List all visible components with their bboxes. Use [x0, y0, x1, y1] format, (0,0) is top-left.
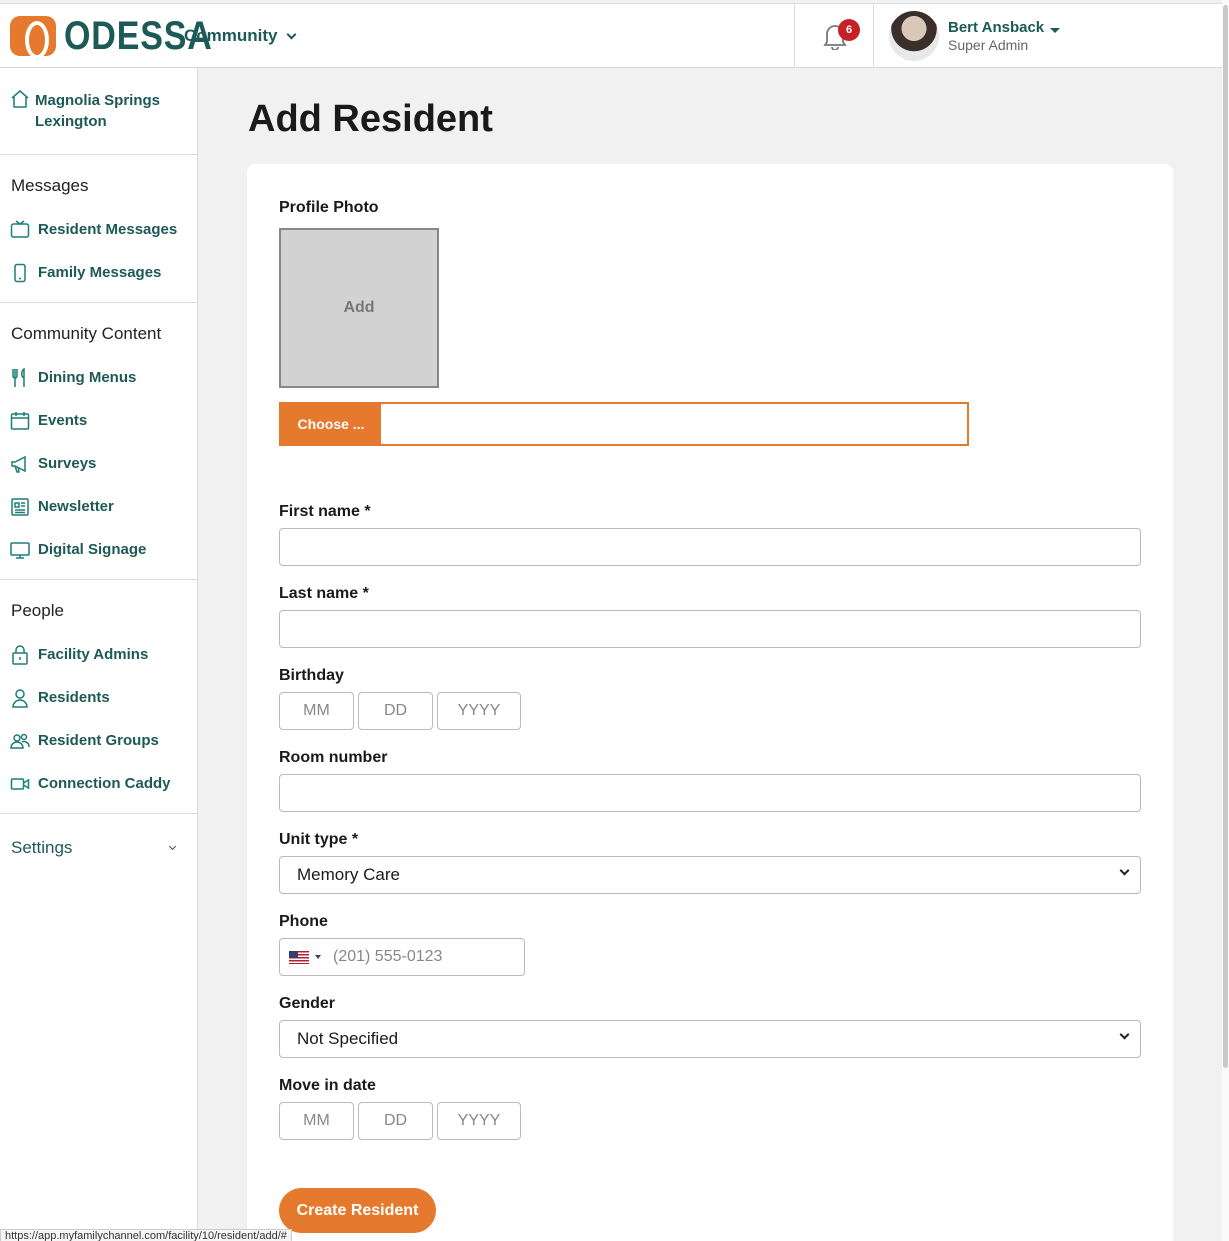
- sidebar-item-label: Newsletter: [38, 498, 114, 515]
- sidebar: Magnolia Springs Lexington Messages Resi…: [0, 68, 198, 1241]
- notifications-button[interactable]: 6: [794, 4, 874, 68]
- notification-badge: 6: [838, 19, 860, 41]
- chevron-down-icon: [1119, 1029, 1130, 1040]
- tv-icon: [10, 219, 30, 240]
- move-in-year-input[interactable]: [437, 1102, 521, 1140]
- chevron-down-icon: [168, 842, 177, 850]
- video-icon: [10, 774, 30, 794]
- messages-section: Messages Resident Messages Family Messag…: [0, 155, 197, 303]
- sidebar-item-resident-groups[interactable]: Resident Groups: [0, 719, 197, 762]
- page-title: Add Resident: [248, 98, 493, 140]
- first-name-label: First name *: [279, 503, 371, 520]
- us-flag-icon[interactable]: [289, 950, 309, 964]
- caret-down-icon: [1050, 28, 1061, 33]
- scrollbar[interactable]: [1222, 0, 1229, 1241]
- birthday-year-input[interactable]: [437, 692, 521, 730]
- sidebar-item-label: Dining Menus: [38, 369, 137, 386]
- scrollbar-thumb[interactable]: [1223, 5, 1228, 1068]
- messages-title: Messages: [11, 176, 89, 195]
- lock-icon: [10, 644, 30, 665]
- sidebar-item-label: Events: [38, 412, 88, 429]
- status-bar-url: https://app.myfamilychannel.com/facility…: [0, 1229, 292, 1241]
- sidebar-item-label: Facility Admins: [38, 646, 149, 663]
- sidebar-item-label: Surveys: [38, 455, 97, 472]
- sidebar-item-label: Connection Caddy: [38, 775, 171, 792]
- sidebar-item-connection-caddy[interactable]: Connection Caddy: [0, 762, 197, 805]
- sidebar-item-facility-admins[interactable]: Facility Admins: [0, 633, 197, 676]
- choose-file-button[interactable]: Choose ...: [281, 404, 381, 444]
- phone-field: [279, 938, 525, 976]
- community-menu[interactable]: Community: [184, 26, 296, 46]
- sidebar-item-label: Resident Groups: [38, 732, 159, 749]
- file-name-field[interactable]: [381, 404, 967, 444]
- home-icon: [10, 89, 30, 109]
- sidebar-item-dining-menus[interactable]: Dining Menus: [0, 356, 197, 399]
- user-role: Super Admin: [948, 37, 1029, 53]
- settings-label: Settings: [11, 838, 73, 857]
- facility-link[interactable]: Magnolia Springs Lexington: [0, 68, 197, 155]
- sidebar-item-digital-signage[interactable]: Digital Signage: [0, 528, 197, 571]
- sidebar-item-surveys[interactable]: Surveys: [0, 442, 197, 485]
- sidebar-item-family-messages[interactable]: Family Messages: [0, 251, 197, 294]
- top-bar: ODESSA Community 6 Bert Ansback Super Ad…: [0, 3, 1222, 68]
- birthday-month-input[interactable]: [279, 692, 354, 730]
- megaphone-icon: [10, 454, 30, 474]
- unit-type-value: Memory Care: [297, 865, 400, 884]
- room-number-input[interactable]: [279, 774, 1141, 812]
- sidebar-item-settings[interactable]: Settings: [0, 814, 197, 858]
- first-name-input[interactable]: [279, 528, 1141, 566]
- create-resident-button[interactable]: Create Resident: [279, 1188, 436, 1233]
- phone-input[interactable]: [333, 948, 513, 966]
- user-name: Bert Ansback: [948, 19, 1045, 36]
- add-resident-form: Profile Photo Add Choose ... First name …: [247, 164, 1173, 1241]
- sidebar-item-residents[interactable]: Residents: [0, 676, 197, 719]
- sidebar-item-events[interactable]: Events: [0, 399, 197, 442]
- user-menu[interactable]: Bert Ansback Super Admin: [889, 11, 1061, 61]
- sidebar-item-newsletter[interactable]: Newsletter: [0, 485, 197, 528]
- avatar: [889, 11, 939, 61]
- utensils-icon: [10, 367, 30, 388]
- birthday-label: Birthday: [279, 667, 344, 684]
- gender-label: Gender: [279, 995, 336, 1012]
- move-in-date-label: Move in date: [279, 1077, 376, 1094]
- chevron-down-icon: [1119, 865, 1130, 876]
- last-name-label: Last name *: [279, 585, 369, 602]
- sidebar-item-resident-messages[interactable]: Resident Messages: [0, 208, 197, 251]
- last-name-input[interactable]: [279, 610, 1141, 648]
- sidebar-item-label: Resident Messages: [38, 221, 178, 238]
- unit-type-label: Unit type *: [279, 831, 359, 848]
- odessa-logo-mark-icon: [10, 16, 56, 59]
- file-chooser: Choose ...: [279, 402, 969, 446]
- people-title: People: [11, 601, 64, 620]
- gender-value: Not Specified: [297, 1029, 399, 1048]
- newspaper-icon: [10, 497, 30, 517]
- community-content-title: Community Content: [11, 324, 162, 343]
- monitor-icon: [10, 540, 30, 560]
- photo-add-button[interactable]: Add: [279, 228, 439, 388]
- phone-icon: [10, 263, 30, 283]
- sidebar-item-label: Family Messages: [38, 264, 162, 281]
- move-in-day-input[interactable]: [358, 1102, 433, 1140]
- community-content-section: Community Content Dining Menus Events Su…: [0, 303, 197, 580]
- person-icon: [10, 688, 30, 708]
- caret-down-icon[interactable]: [315, 955, 321, 959]
- calendar-icon: [10, 411, 30, 431]
- move-in-month-input[interactable]: [279, 1102, 354, 1140]
- group-icon: [10, 731, 30, 751]
- unit-type-select[interactable]: Memory Care: [279, 856, 1141, 894]
- phone-label: Phone: [279, 913, 328, 930]
- gender-select[interactable]: Not Specified: [279, 1020, 1141, 1058]
- sidebar-item-label: Digital Signage: [38, 541, 147, 558]
- birthday-day-input[interactable]: [358, 692, 433, 730]
- photo-add-label: Add: [343, 299, 375, 316]
- profile-photo-label: Profile Photo: [279, 199, 379, 216]
- room-number-label: Room number: [279, 749, 388, 766]
- facility-name: Magnolia Springs Lexington: [35, 92, 161, 130]
- sidebar-item-label: Residents: [38, 689, 110, 706]
- people-section: People Facility Admins Residents Residen…: [0, 580, 197, 814]
- community-label: Community: [184, 26, 278, 45]
- chevron-down-icon: [286, 29, 296, 39]
